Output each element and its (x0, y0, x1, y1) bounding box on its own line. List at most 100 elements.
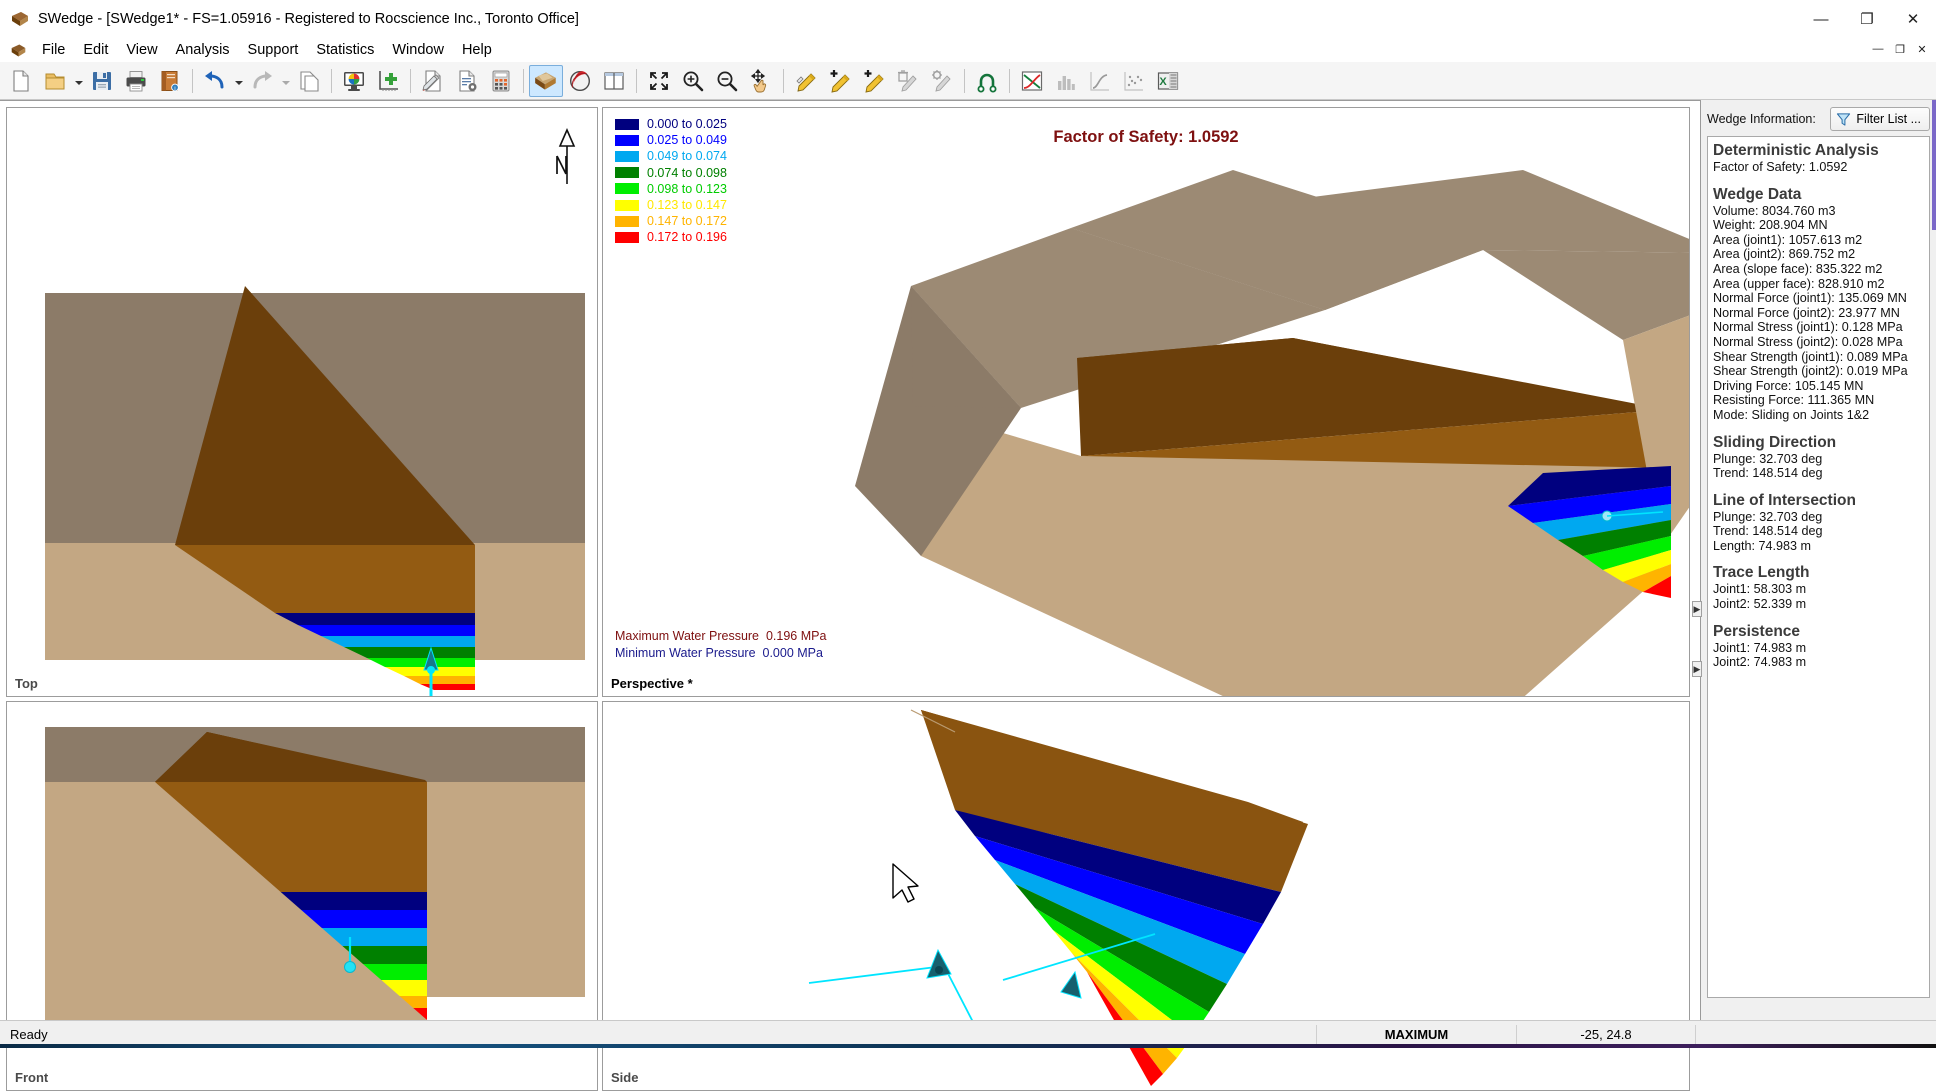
info-line: Joint1: 58.303 m (1713, 582, 1807, 597)
legend-item: 0.172 to 0.196 (615, 229, 727, 245)
zoom-all-icon (650, 71, 668, 90)
info-line: Trend: 148.514 deg (1713, 466, 1823, 481)
wedge-information-panel[interactable]: Deterministic Analysis Factor of Safety:… (1707, 136, 1930, 998)
section-heading-wedge-data: Wedge Data (1713, 185, 1802, 203)
undo-button[interactable] (198, 65, 232, 97)
project-settings-button[interactable] (450, 65, 484, 97)
tile-windows-button[interactable] (597, 65, 631, 97)
sidebar-scrollbar-thumb[interactable] (1932, 100, 1936, 230)
monitor-color-icon (344, 71, 364, 91)
status-ready-text: Ready (10, 1027, 48, 1042)
status-coordinates: -25, 24.8 (1516, 1024, 1696, 1045)
info-line: Resisting Force: 111.365 MN (1713, 393, 1875, 408)
sensitivity-plot-button[interactable] (1015, 65, 1049, 97)
viewport-label-front: Front (15, 1070, 49, 1085)
window-maximize-button[interactable]: ❐ (1844, 0, 1890, 38)
zoom-in-button[interactable] (676, 65, 710, 97)
north-arrow-icon (556, 128, 576, 184)
info-line: Area (joint2): 869.752 m2 (1713, 247, 1856, 262)
info-line: Normal Stress (joint2): 0.028 MPa (1713, 334, 1903, 349)
info-line: Joint1: 74.983 m (1713, 640, 1807, 655)
info-line: Weight: 208.904 MN (1713, 218, 1828, 233)
menu-item-window[interactable]: Window (383, 38, 453, 62)
splitter-handle-vertical-upper[interactable]: ▶ (1692, 601, 1702, 617)
redo-dropdown-arrow[interactable] (279, 65, 292, 97)
viewport-perspective[interactable]: 0.000 to 0.025 0.025 to 0.049 0.049 to 0… (602, 107, 1690, 697)
menu-item-file[interactable]: File (33, 38, 74, 62)
add-bolt-pattern-button[interactable] (857, 65, 891, 97)
window-controls: — ❐ ✕ (1798, 0, 1936, 38)
edit-bolt-button[interactable] (789, 65, 823, 97)
info-line: Plunge: 32.703 deg (1713, 451, 1823, 466)
stereonet-view-button[interactable] (563, 65, 597, 97)
filter-list-button[interactable]: Filter List ... (1830, 107, 1930, 131)
menu-item-analysis[interactable]: Analysis (167, 38, 239, 62)
zoom-all-button[interactable] (642, 65, 676, 97)
undo-dropdown-arrow[interactable] (232, 65, 245, 97)
viewport-top[interactable]: Top (6, 107, 598, 697)
print-button[interactable] (119, 65, 153, 97)
menu-item-help[interactable]: Help (453, 38, 501, 62)
add-chart-axis-button[interactable] (371, 65, 405, 97)
swedge-app-icon (10, 9, 30, 29)
open-file-dropdown-arrow[interactable] (72, 65, 85, 97)
edit-geometry-button[interactable] (416, 65, 450, 97)
legend-label: 0.147 to 0.172 (647, 214, 727, 229)
min-water-pressure-label: Minimum Water Pressure (615, 646, 756, 660)
info-line: Length: 74.983 m (1713, 538, 1812, 553)
info-line: Area (upper face): 828.910 m2 (1713, 276, 1885, 291)
printer-icon (126, 70, 146, 91)
window-minimize-button[interactable]: — (1798, 0, 1844, 38)
excel-export-icon: X (1157, 71, 1179, 90)
mdi-restore-button[interactable]: ❐ (1890, 40, 1910, 58)
main-toolbar: i X (0, 62, 1936, 100)
scatter-plot-button[interactable] (1117, 65, 1151, 97)
display-options-button[interactable] (337, 65, 371, 97)
sidebar-header: Wedge Information: Filter List ... (1707, 106, 1930, 132)
open-folder-icon (45, 73, 65, 89)
delete-bolt-button[interactable] (891, 65, 925, 97)
svg-text:X: X (1159, 76, 1167, 88)
calculator-button[interactable] (484, 65, 518, 97)
splitter-handle-vertical-lower[interactable]: ▶ (1692, 661, 1702, 677)
status-tail (1696, 1025, 1936, 1045)
max-water-pressure-label: Maximum Water Pressure (615, 629, 760, 643)
floppy-save-icon (93, 71, 111, 90)
export-excel-button[interactable]: X (1151, 65, 1185, 97)
save-button[interactable] (85, 65, 119, 97)
zoom-out-button[interactable] (710, 65, 744, 97)
copy-pages-icon (300, 70, 319, 92)
new-document-icon (13, 69, 29, 92)
menu-item-edit[interactable]: Edit (74, 38, 117, 62)
legend-label: 0.049 to 0.074 (647, 149, 727, 164)
window-close-button[interactable]: ✕ (1890, 0, 1936, 38)
info-line: Shear Strength (joint2): 0.019 MPa (1713, 364, 1908, 379)
mdi-close-button[interactable]: ✕ (1912, 40, 1932, 58)
info-line: Area (joint1): 1057.613 m2 (1713, 232, 1863, 247)
legend-swatch (615, 199, 639, 211)
tile-windows-icon (604, 71, 624, 90)
settings-list-icon (459, 69, 477, 92)
section-heading-persistence: Persistence (1713, 622, 1801, 640)
histogram-plot-button[interactable] (1049, 65, 1083, 97)
mdi-window-controls: — ❐ ✕ (1868, 40, 1932, 58)
mdi-minimize-button[interactable]: — (1868, 40, 1888, 58)
menu-item-view[interactable]: View (117, 38, 166, 62)
copy-button[interactable] (292, 65, 326, 97)
viewport-label-top: Top (15, 676, 38, 691)
redo-button[interactable] (245, 65, 279, 97)
support-pressure-button[interactable] (970, 65, 1004, 97)
menu-item-support[interactable]: Support (239, 38, 308, 62)
open-file-button[interactable] (38, 65, 72, 97)
info-viewer-button[interactable]: i (153, 65, 187, 97)
max-water-pressure-line: Maximum Water Pressure 0.196 MPa (615, 628, 826, 645)
menu-item-statistics[interactable]: Statistics (307, 38, 383, 62)
new-file-button[interactable] (4, 65, 38, 97)
add-bolt-button[interactable] (823, 65, 857, 97)
cumulative-plot-button[interactable] (1083, 65, 1117, 97)
bolt-properties-button[interactable] (925, 65, 959, 97)
wedge-view-button[interactable] (529, 64, 563, 97)
pan-button[interactable] (744, 65, 778, 97)
